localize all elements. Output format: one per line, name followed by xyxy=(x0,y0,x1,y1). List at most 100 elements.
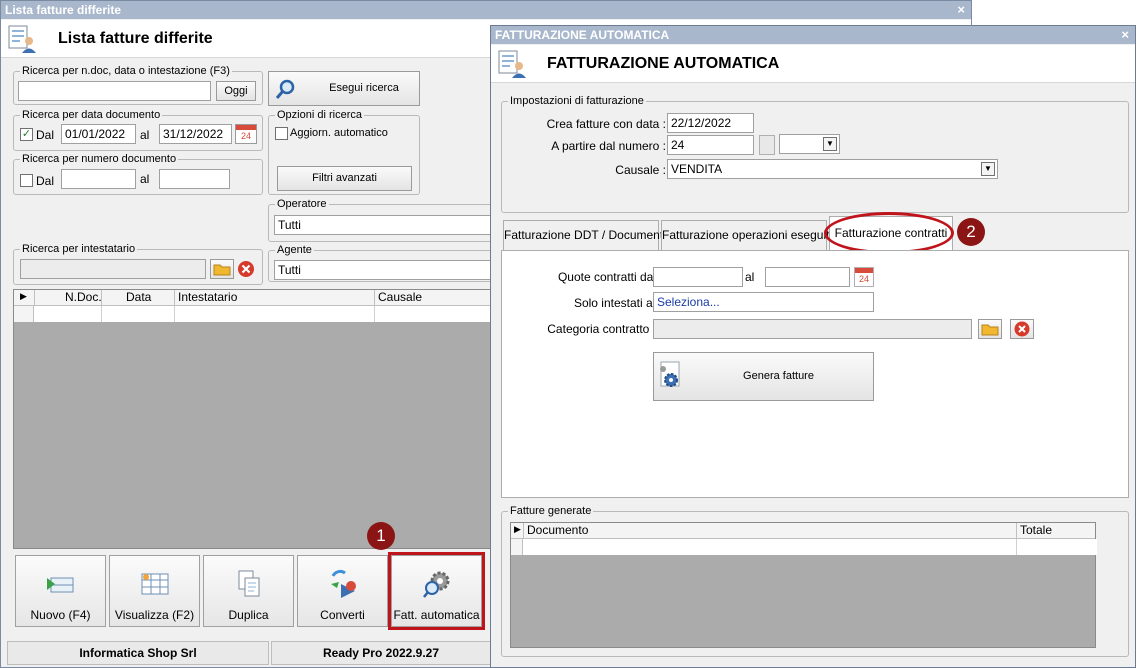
chevron-down-icon: ▼ xyxy=(981,162,995,176)
clear-icon xyxy=(1014,321,1030,337)
grid-col-date[interactable]: Data xyxy=(101,290,174,306)
search-options-group: Opzioni di ricerca Aggiorn. automatico F… xyxy=(268,108,420,195)
generated-invoices-grid[interactable]: ▶ Documento Totale xyxy=(510,522,1097,648)
holders-label: Solo intestati a: xyxy=(573,296,656,310)
grid-row-pointer-icon: ▶ xyxy=(20,291,27,301)
holder-clear-button[interactable] xyxy=(236,259,256,279)
auto-invoicing-dialog: FATTURAZIONE AUTOMATICA × FATTURAZIONE A… xyxy=(490,25,1136,668)
generated-grid-pointer-icon: ▶ xyxy=(514,524,521,534)
holders-select[interactable]: Seleziona... xyxy=(653,292,874,312)
run-search-label: Esegui ricerca xyxy=(329,82,399,94)
number-to-input[interactable] xyxy=(159,169,230,189)
auto-update-checkbox[interactable] xyxy=(275,127,288,140)
agent-group: Agente Tutti xyxy=(268,243,508,282)
contracts-panel: Quote contratti dal al 24 Solo intestati… xyxy=(501,250,1129,498)
quote-from-input[interactable] xyxy=(653,267,743,287)
invoice-list-icon xyxy=(8,25,36,53)
auto-update-label: Aggiorn. automatico xyxy=(290,127,388,139)
grid-col-holder[interactable]: Intestatario xyxy=(174,290,374,306)
invoicing-settings-group: Impostazioni di fatturazione Crea fattur… xyxy=(501,94,1129,213)
holder-browse-button[interactable] xyxy=(210,259,234,279)
run-search-button[interactable]: Esegui ricerca xyxy=(268,71,420,106)
main-window-title: Lista fatture differite xyxy=(5,3,122,17)
main-window-titlebar: Lista fatture differite × xyxy=(1,1,971,19)
date-enabled-checkbox[interactable]: ✓ xyxy=(20,128,33,141)
view-button-label: Visualizza (F2) xyxy=(114,608,195,622)
search-options-label: Opzioni di ricerca xyxy=(275,108,364,122)
dialog-titlebar: FATTURAZIONE AUTOMATICA × xyxy=(491,26,1135,44)
table-row[interactable] xyxy=(14,306,509,322)
causale-value: VENDITA xyxy=(671,162,723,176)
generated-col-document[interactable]: Documento xyxy=(523,523,1016,539)
causale-select[interactable]: VENDITA ▼ xyxy=(667,159,998,179)
generated-invoices-label: Fatture generate xyxy=(508,504,594,518)
view-grid-icon xyxy=(141,573,168,595)
new-button[interactable]: Nuovo (F4) xyxy=(15,555,106,627)
date-to-label: al xyxy=(140,128,150,142)
tab-ddt-documents[interactable]: Fatturazione DDT / Documenti xyxy=(503,220,666,250)
invoices-grid[interactable]: ▶ N.Doc. Data Intestatario Causale xyxy=(13,289,509,549)
magnifier-icon xyxy=(275,79,295,99)
number-series-select[interactable]: ▼ xyxy=(779,134,840,154)
search-text-input[interactable] xyxy=(18,81,211,101)
step-badge-2: 2 xyxy=(957,218,985,246)
duplicate-button[interactable]: Duplica xyxy=(203,555,294,627)
calendar-icon[interactable]: 24 xyxy=(854,267,874,287)
convert-button[interactable]: Converti xyxy=(297,555,388,627)
date-from-input[interactable]: 01/01/2022 xyxy=(61,124,136,144)
convert-icon xyxy=(330,569,356,598)
generated-col-total[interactable]: Totale xyxy=(1016,523,1097,539)
generate-invoices-button[interactable]: Genera fatture xyxy=(653,352,874,401)
create-date-input[interactable]: 22/12/2022 xyxy=(667,113,754,133)
dialog-title: FATTURAZIONE AUTOMATICA xyxy=(495,28,670,42)
operator-group: Operatore Tutti xyxy=(268,197,508,242)
number-to-label: al xyxy=(140,172,150,186)
view-button[interactable]: Visualizza (F2) xyxy=(109,555,200,627)
number-search-group-label: Ricerca per numero documento xyxy=(20,152,179,166)
today-button[interactable]: Oggi xyxy=(216,81,256,101)
calendar-icon[interactable]: 24 xyxy=(235,124,257,144)
generated-invoices-group: Fatture generate ▶ Documento Totale xyxy=(501,504,1129,657)
quote-to-label: al xyxy=(745,270,755,284)
duplicate-button-label: Duplica xyxy=(228,608,269,622)
operator-select[interactable]: Tutti xyxy=(274,215,506,235)
category-browse-button[interactable] xyxy=(978,319,1002,339)
number-series-toggle[interactable] xyxy=(759,135,775,155)
start-number-label: A partire dal numero : xyxy=(551,139,666,153)
date-search-group-label: Ricerca per data documento xyxy=(20,108,163,122)
holder-input[interactable] xyxy=(20,259,206,279)
dialog-close-icon[interactable]: × xyxy=(1121,26,1129,44)
number-enabled-checkbox[interactable] xyxy=(20,174,33,187)
start-number-input[interactable]: 24 xyxy=(667,135,754,155)
advanced-filters-button[interactable]: Filtri avanzati xyxy=(277,166,412,191)
generate-invoices-label: Genera fatture xyxy=(743,370,814,382)
number-from-label: Dal xyxy=(36,174,55,188)
search-text-group: Ricerca per n.doc, data o intestazione (… xyxy=(13,64,263,105)
main-page-title: Lista fatture differite xyxy=(58,30,213,47)
number-from-input[interactable] xyxy=(61,169,136,189)
convert-button-label: Converti xyxy=(320,608,365,622)
tab-executed-operations[interactable]: Fatturazione operazioni eseguite xyxy=(661,220,836,250)
causale-label: Causale : xyxy=(615,163,666,177)
table-row[interactable] xyxy=(511,539,1097,555)
quote-to-input[interactable] xyxy=(765,267,850,287)
clear-icon xyxy=(238,261,254,277)
step-badge-1: 1 xyxy=(367,522,395,550)
tab-contracts-highlight xyxy=(824,212,954,254)
grid-col-ndoc[interactable]: N.Doc. xyxy=(34,290,102,306)
category-input[interactable] xyxy=(653,319,972,339)
calendar-day: 24 xyxy=(240,131,251,141)
category-clear-button[interactable] xyxy=(1010,319,1034,339)
holder-search-label: Ricerca per intestatario xyxy=(20,242,138,256)
agent-select[interactable]: Tutti xyxy=(274,260,506,280)
auto-invoicing-icon xyxy=(498,50,526,78)
dialog-header: FATTURAZIONE AUTOMATICA xyxy=(491,45,1135,83)
search-text-group-label: Ricerca per n.doc, data o intestazione (… xyxy=(20,64,232,78)
date-search-group: Ricerca per data documento ✓ Dal 01/01/2… xyxy=(13,108,263,151)
date-to-input[interactable]: 31/12/2022 xyxy=(159,124,232,144)
chevron-down-icon: ▼ xyxy=(823,137,837,151)
grid-col-causale[interactable]: Causale xyxy=(374,290,509,306)
main-window-close-icon[interactable]: × xyxy=(957,1,965,19)
auto-invoice-highlight xyxy=(388,552,485,630)
folder-icon xyxy=(213,264,231,276)
